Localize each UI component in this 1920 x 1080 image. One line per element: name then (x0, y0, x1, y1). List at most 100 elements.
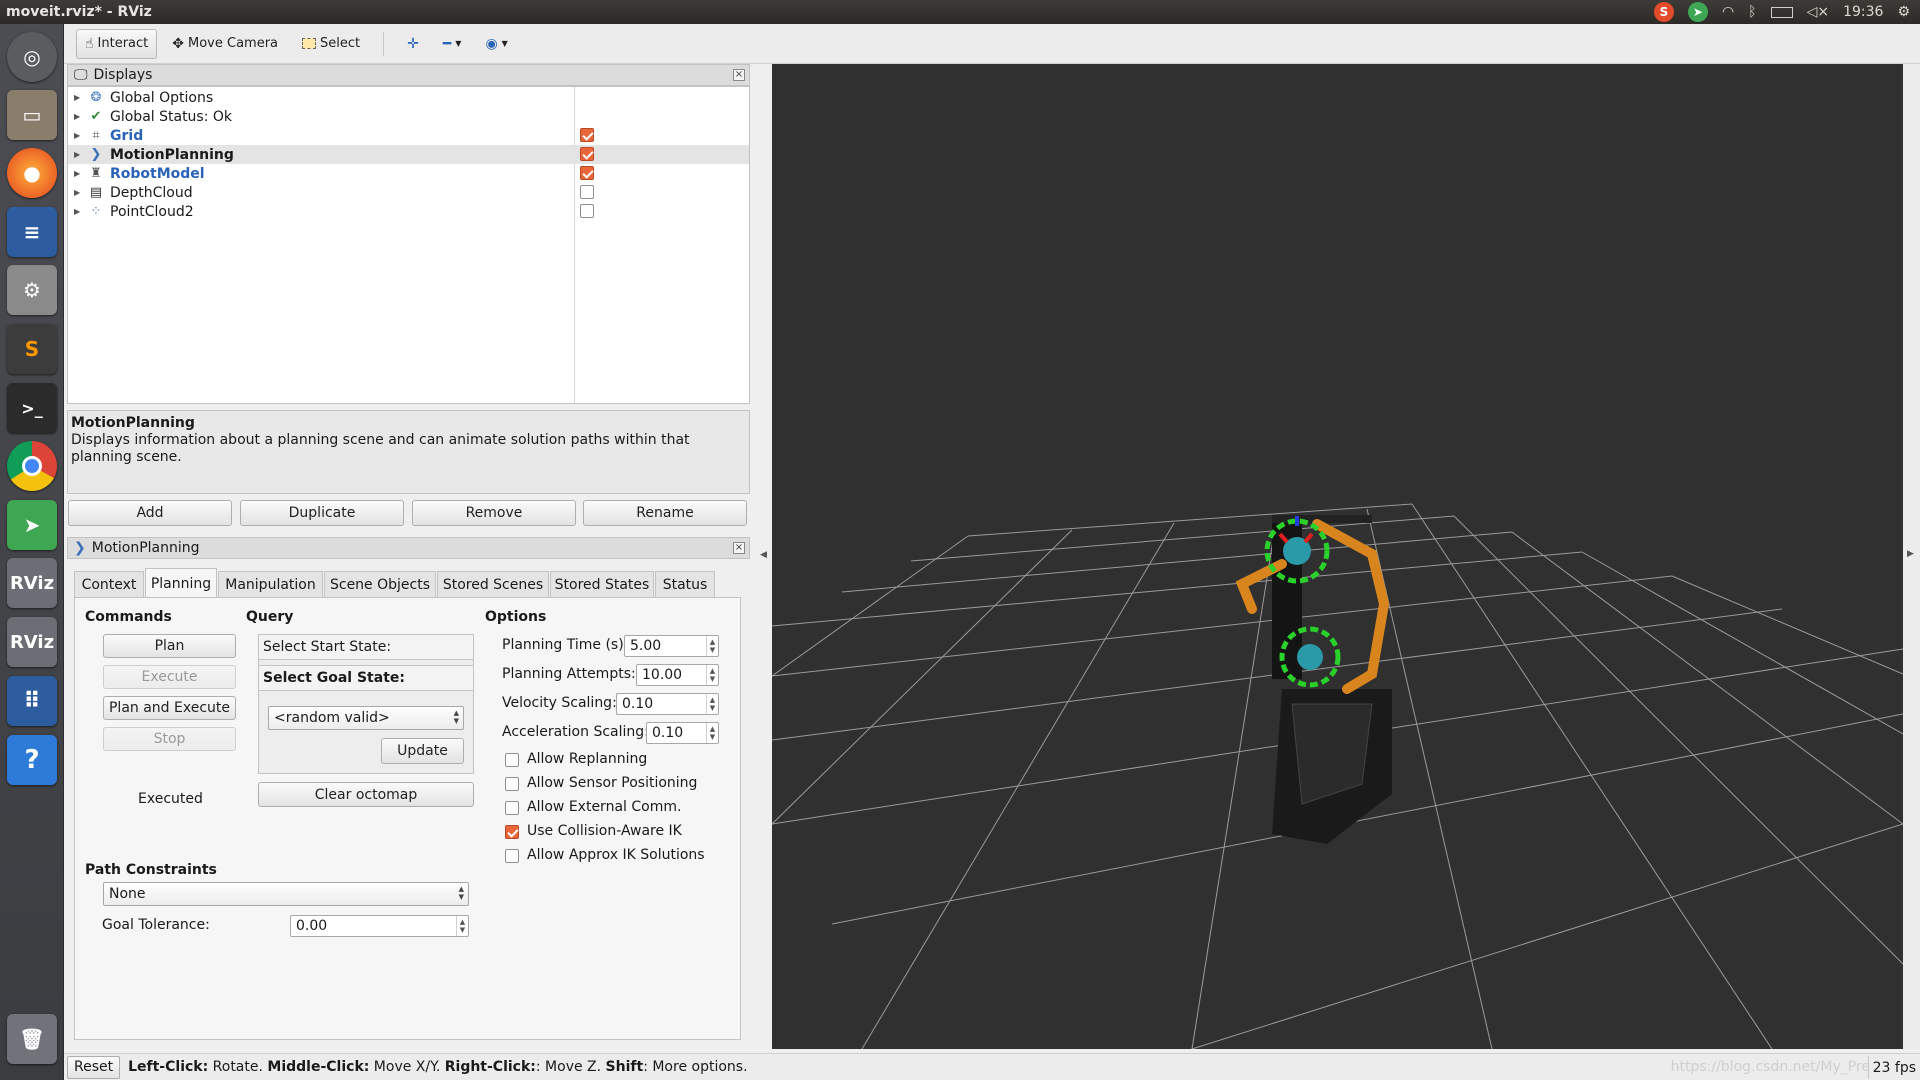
right-splitter-arrow-icon[interactable]: ▶ (1907, 549, 1914, 559)
pointcloud2-enabled-checkbox[interactable] (580, 204, 594, 218)
update-button[interactable]: Update (381, 738, 464, 764)
terminal-icon[interactable]: >_ (7, 383, 57, 433)
spinner-arrows-icon[interactable]: ▲ ▼ (706, 723, 718, 743)
expand-arrow-icon[interactable]: ▶ (74, 150, 84, 159)
remove-tool-button[interactable]: ━ ▼ (434, 29, 471, 59)
depthcloud-enabled-checkbox[interactable] (580, 185, 594, 199)
tab-stored-states[interactable]: Stored States (550, 571, 654, 597)
allow-sensor-positioning-checkbox[interactable] (505, 777, 519, 791)
tree-row-robotmodel[interactable]: ▶ ♜ RobotModel (68, 164, 749, 183)
crosshair-icon: ✛ (407, 35, 419, 52)
writer-icon[interactable]: ≡ (7, 207, 57, 257)
expand-arrow-icon[interactable]: ▶ (74, 131, 84, 140)
app-grid-icon[interactable]: ⠿ (7, 676, 57, 726)
collision-aware-ik-label: Use Collision-Aware IK (527, 823, 682, 839)
tab-stored-scenes[interactable]: Stored Scenes (437, 571, 549, 597)
planning-time-input[interactable]: 5.00 ▲ ▼ (624, 635, 719, 657)
select-start-state-tab[interactable]: Select Start State: (258, 634, 474, 660)
plan-and-execute-button[interactable]: Plan and Execute (103, 696, 236, 720)
goal-tolerance-label: Goal Tolerance: (102, 917, 210, 933)
spinner-arrows-icon[interactable]: ▲ ▼ (706, 636, 718, 656)
close-icon[interactable]: × (733, 69, 745, 81)
goal-state-dropdown[interactable]: <random valid> ▲ ▼ (268, 706, 464, 730)
spinner-arrows-icon[interactable]: ▲ ▼ (456, 916, 468, 936)
wifi-icon[interactable]: ◠ (1722, 4, 1734, 20)
bluetooth-icon[interactable]: ᛒ (1748, 4, 1756, 20)
spinner-arrows-icon[interactable]: ▲ ▼ (706, 665, 718, 685)
sogou-tray-icon[interactable]: S (1653, 2, 1674, 22)
description-title: MotionPlanning (71, 415, 195, 431)
acceleration-scaling-input[interactable]: 0.10 ▲ ▼ (646, 722, 719, 744)
move-camera-button[interactable]: ✥ Move Camera (163, 29, 287, 59)
expand-arrow-icon[interactable]: ▶ (74, 93, 84, 102)
sublime-icon[interactable]: S (7, 324, 57, 374)
execute-button[interactable]: Execute (103, 665, 236, 689)
motionplanning-enabled-checkbox[interactable] (580, 147, 594, 161)
tree-row-global-status[interactable]: ▶ ✔ Global Status: Ok (68, 107, 749, 126)
3d-viewport[interactable] (771, 64, 1904, 1050)
rviz-icon-2[interactable]: RViz (7, 617, 57, 667)
goal-tolerance-input[interactable]: 0.00 ▲ ▼ (290, 915, 469, 937)
tree-row-pointcloud2[interactable]: ▶ ⁘ PointCloud2 (68, 202, 749, 221)
select-button[interactable]: Select (293, 29, 369, 59)
tab-status[interactable]: Status (655, 571, 715, 597)
rviz-icon[interactable]: RViz (7, 558, 57, 608)
add-tool-button[interactable]: ✛ (398, 29, 428, 59)
tree-row-grid[interactable]: ▶ ⌗ Grid (68, 126, 749, 145)
ubuntu-home-icon[interactable]: ◎ (7, 32, 57, 82)
duplicate-display-button[interactable]: Duplicate (240, 500, 404, 526)
planning-attempts-input[interactable]: 10.00 ▲ ▼ (636, 664, 719, 686)
telegram-icon[interactable]: ➤ (7, 500, 57, 550)
launcher: ◎ ▭ ● ≡ ⚙ S >_ ➤ RViz RViz ⠿ ? 🗑 (0, 24, 64, 1080)
select-goal-state-tab[interactable]: Select Goal State: (258, 665, 474, 691)
expand-arrow-icon[interactable]: ▶ (74, 112, 84, 121)
motionplanning-panel-title: MotionPlanning (91, 540, 200, 556)
allow-replanning-checkbox[interactable] (505, 753, 519, 767)
query-heading: Query (246, 609, 294, 625)
velocity-scaling-input[interactable]: 0.10 ▲ ▼ (616, 693, 719, 715)
tab-planning[interactable]: Planning (145, 568, 217, 598)
tree-row-depthcloud[interactable]: ▶ ▤ DepthCloud (68, 183, 749, 202)
grid-enabled-checkbox[interactable] (580, 128, 594, 142)
robot-icon: ♜ (90, 166, 102, 181)
view-tool-button[interactable]: ◉ ▼ (476, 29, 516, 59)
settings-gear-icon[interactable]: ⚙ (1897, 4, 1910, 20)
spinner-arrows-icon[interactable]: ▲ ▼ (706, 694, 718, 714)
reset-button[interactable]: Reset (67, 1055, 121, 1079)
tab-context[interactable]: Context (74, 571, 144, 597)
rename-display-button[interactable]: Rename (583, 500, 747, 526)
remove-display-button[interactable]: Remove (412, 500, 576, 526)
left-splitter-arrow-icon[interactable]: ◀ (760, 550, 767, 560)
allow-external-comm-checkbox[interactable] (505, 801, 519, 815)
firefox-icon[interactable]: ● (7, 148, 57, 198)
close-icon[interactable]: × (733, 542, 745, 554)
plan-button[interactable]: Plan (103, 634, 236, 658)
interact-button[interactable]: ☝ Interact (76, 28, 158, 59)
system-settings-icon[interactable]: ⚙ (7, 265, 57, 315)
tree-row-global-options[interactable]: ▶ ❂ Global Options (68, 88, 749, 107)
velocity-scaling-label: Velocity Scaling: (502, 695, 617, 711)
top-bar: moveit.rviz* - RViz S ➤ ◠ ᛒ ◁× 19:36 ⚙ (0, 0, 1920, 24)
clock[interactable]: 19:36 (1843, 4, 1883, 20)
tree-row-motionplanning[interactable]: ▶ ❯ MotionPlanning (68, 145, 749, 164)
robotmodel-enabled-checkbox[interactable] (580, 166, 594, 180)
stop-button[interactable]: Stop (103, 727, 236, 751)
add-display-button[interactable]: Add (68, 500, 232, 526)
path-constraints-dropdown[interactable]: None ▲ ▼ (103, 882, 469, 906)
chrome-icon[interactable] (7, 441, 57, 491)
tab-manipulation[interactable]: Manipulation (218, 571, 323, 597)
expand-arrow-icon[interactable]: ▶ (74, 169, 84, 178)
trash-icon[interactable]: 🗑 (7, 1014, 57, 1064)
help-icon[interactable]: ? (7, 735, 57, 785)
collision-aware-ik-checkbox[interactable] (505, 825, 519, 839)
volume-icon[interactable]: ◁× (1807, 4, 1830, 20)
approx-ik-checkbox[interactable] (505, 849, 519, 863)
clear-octomap-button[interactable]: Clear octomap (258, 782, 474, 807)
chevron-down-icon: ▼ (455, 38, 462, 48)
battery-icon[interactable] (1770, 6, 1793, 18)
telegram-tray-icon[interactable]: ➤ (1687, 2, 1708, 22)
tab-scene-objects[interactable]: Scene Objects (324, 571, 436, 597)
expand-arrow-icon[interactable]: ▶ (74, 188, 84, 197)
expand-arrow-icon[interactable]: ▶ (74, 207, 84, 216)
files-icon[interactable]: ▭ (7, 90, 57, 140)
